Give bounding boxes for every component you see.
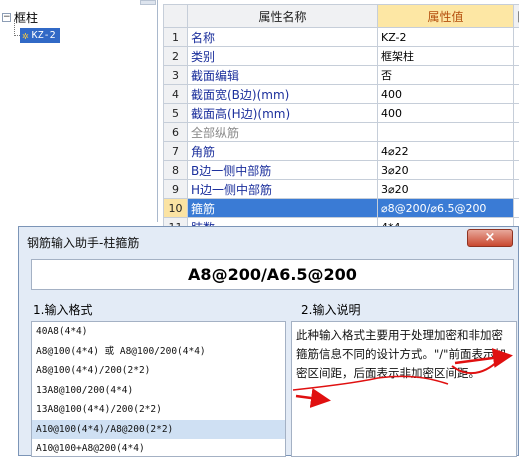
close-button[interactable]: × xyxy=(467,229,513,247)
format-list-item[interactable]: 40A8(4*4) xyxy=(32,322,285,342)
property-name: H边一侧中部筋 xyxy=(188,180,378,199)
table-header-row: 属性名称 属性值 附 xyxy=(164,5,519,28)
row-number: 3 xyxy=(164,66,188,85)
attach-cell xyxy=(514,85,519,104)
collapse-icon[interactable]: − xyxy=(2,13,11,22)
row-number: 4 xyxy=(164,85,188,104)
format-list-item[interactable]: A10@100+A8@200(4*4) xyxy=(32,439,285,457)
format-list-item[interactable]: 13A8@100/200(4*4) xyxy=(32,381,285,401)
tree-scrollbar-stub[interactable] xyxy=(140,0,156,5)
property-value[interactable]: 框架柱 xyxy=(378,47,514,66)
property-grid: 属性名称 属性值 附 1名称KZ-22类别框架柱3截面编辑否4截面宽(B边)(m… xyxy=(163,4,519,226)
dialog-title: 钢筋输入助手-柱箍筋 xyxy=(27,234,139,251)
property-name: 截面宽(B边)(mm) xyxy=(188,85,378,104)
table-row[interactable]: 6全部纵筋 xyxy=(164,123,519,142)
property-name: 角筋 xyxy=(188,142,378,161)
row-number: 9 xyxy=(164,180,188,199)
attach-cell xyxy=(514,161,519,180)
row-number: 10 xyxy=(164,199,188,218)
property-name: B边一侧中部筋 xyxy=(188,161,378,180)
property-value[interactable] xyxy=(378,123,514,142)
attach-cell xyxy=(514,123,519,142)
table-row[interactable]: 3截面编辑否 xyxy=(164,66,519,85)
component-tree: − 框柱 ✲ KZ-2 xyxy=(0,0,158,222)
attach-cell xyxy=(514,104,519,123)
row-number: 2 xyxy=(164,47,188,66)
rebar-value-display[interactable]: A8@200/A6.5@200 xyxy=(31,259,514,290)
row-number: 8 xyxy=(164,161,188,180)
row-number-header xyxy=(164,5,188,28)
row-number: 6 xyxy=(164,123,188,142)
property-value[interactable]: KZ-2 xyxy=(378,28,514,47)
attach-cell xyxy=(514,180,519,199)
attach-cell xyxy=(514,142,519,161)
format-list-item[interactable]: 13A8@100(4*4)/200(2*2) xyxy=(32,400,285,420)
rebar-input-helper-dialog: 钢筋输入助手-柱箍筋 × A8@200/A6.5@200 1.输入格式 2.输入… xyxy=(18,226,519,456)
property-name: 名称 xyxy=(188,28,378,47)
format-list-item[interactable]: A8@100(4*4)/200(2*2) xyxy=(32,361,285,381)
table-row[interactable]: 5截面高(H边)(mm)400 xyxy=(164,104,519,123)
row-number: 7 xyxy=(164,142,188,161)
property-value-header: 属性值 xyxy=(378,5,514,28)
attach-cell xyxy=(514,28,519,47)
table-row[interactable]: 2类别框架柱 xyxy=(164,47,519,66)
attach-cell xyxy=(514,66,519,85)
format-list-item[interactable]: A10@100(4*4)/A8@200(2*2) xyxy=(32,420,285,440)
table-row[interactable]: 4截面宽(B边)(mm)400 xyxy=(164,85,519,104)
property-value[interactable]: 3⌀20 xyxy=(378,161,514,180)
property-value[interactable]: ⌀8@200/⌀6.5@200 xyxy=(378,199,514,218)
attach-header: 附 xyxy=(514,5,519,28)
input-description-text: 此种输入格式主要用于处理加密和非加密箍筋信息不同的设计方式。"/"前面表示加密区… xyxy=(291,321,517,457)
format-list-item[interactable]: A8@100(4*4) 或 A8@100/200(4*4) xyxy=(32,342,285,362)
property-value[interactable]: 3⌀20 xyxy=(378,180,514,199)
property-name: 全部纵筋 xyxy=(188,123,378,142)
property-name: 截面编辑 xyxy=(188,66,378,85)
property-table: 属性名称 属性值 附 1名称KZ-22类别框架柱3截面编辑否4截面宽(B边)(m… xyxy=(163,4,519,237)
property-value[interactable]: 4⌀22 xyxy=(378,142,514,161)
property-value[interactable]: 400 xyxy=(378,104,514,123)
input-format-list[interactable]: 40A8(4*4)A8@100(4*4) 或 A8@100/200(4*4)A8… xyxy=(31,321,286,457)
table-row[interactable]: 1名称KZ-2 xyxy=(164,28,519,47)
table-row[interactable]: 9H边一侧中部筋3⌀20 xyxy=(164,180,519,199)
gear-icon: ✲ xyxy=(22,29,29,42)
table-row[interactable]: 7角筋4⌀22 xyxy=(164,142,519,161)
row-number: 5 xyxy=(164,104,188,123)
table-row[interactable]: 10箍筋⌀8@200/⌀6.5@200 xyxy=(164,199,519,218)
table-row[interactable]: 8B边一侧中部筋3⌀20 xyxy=(164,161,519,180)
tree-node-kz2[interactable]: ✲ KZ-2 xyxy=(20,28,60,43)
property-name: 类别 xyxy=(188,47,378,66)
input-format-label: 1.输入格式 xyxy=(33,301,92,318)
property-value[interactable]: 否 xyxy=(378,66,514,85)
row-number: 1 xyxy=(164,28,188,47)
attach-cell xyxy=(514,199,519,218)
property-name: 截面高(H边)(mm) xyxy=(188,104,378,123)
property-rows: 1名称KZ-22类别框架柱3截面编辑否4截面宽(B边)(mm)4005截面高(H… xyxy=(164,28,519,237)
property-value[interactable]: 400 xyxy=(378,85,514,104)
property-name: 箍筋 xyxy=(188,199,378,218)
property-name-header: 属性名称 xyxy=(188,5,378,28)
input-description-label: 2.输入说明 xyxy=(301,301,360,318)
attach-cell xyxy=(514,47,519,66)
tree-node-label: KZ-2 xyxy=(32,30,56,41)
